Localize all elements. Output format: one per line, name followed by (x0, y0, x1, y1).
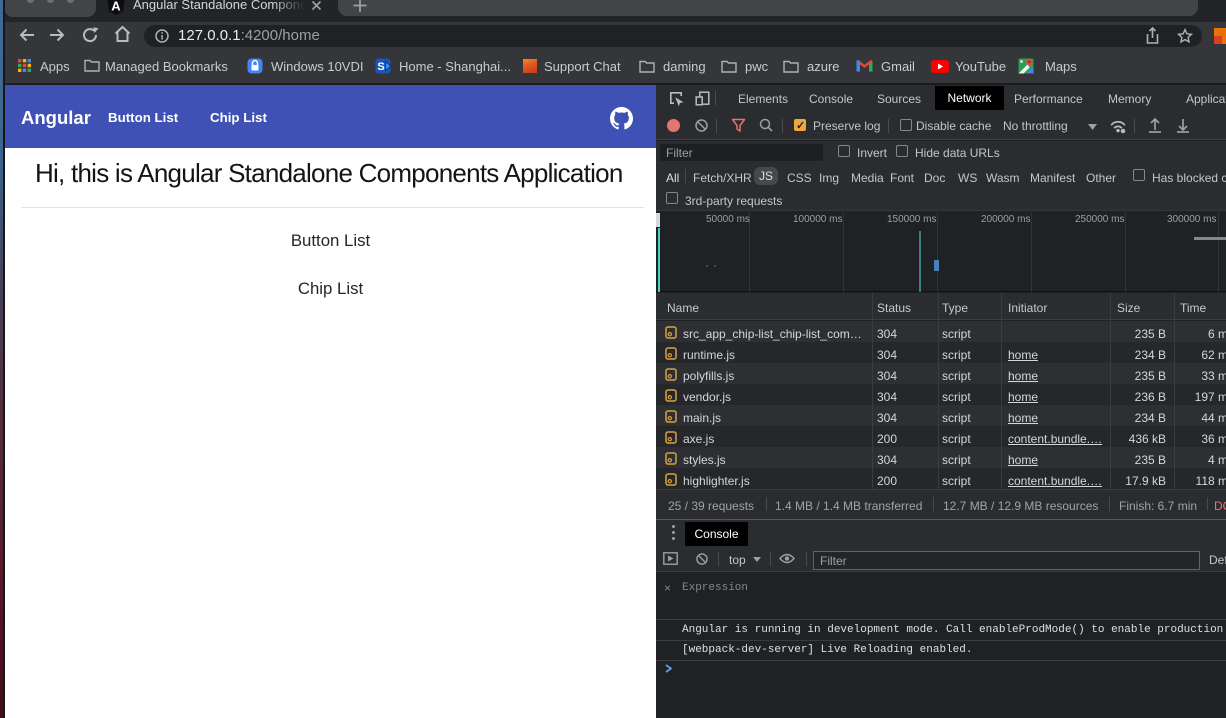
svg-text:A: A (111, 0, 121, 14)
svg-text:S: S (377, 61, 384, 73)
